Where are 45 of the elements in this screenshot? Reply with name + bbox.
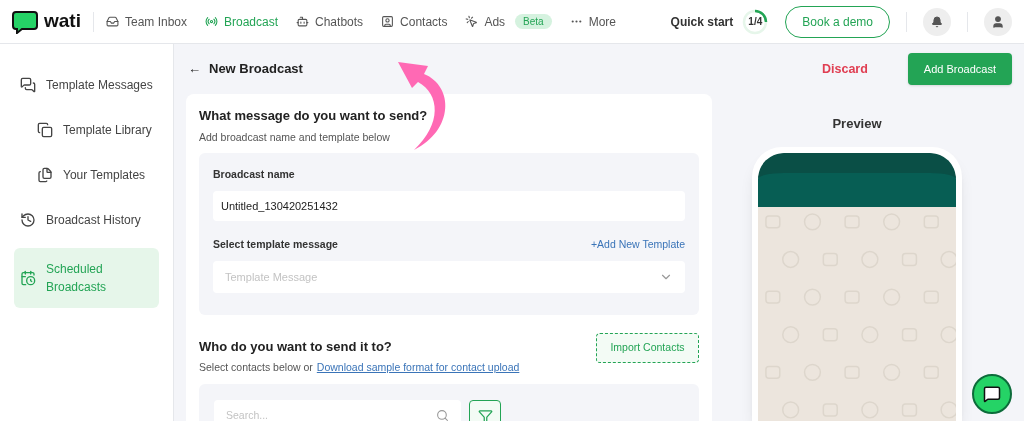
sidebar-item[interactable]: Template Messages xyxy=(14,68,159,102)
copy-icon xyxy=(37,122,53,138)
section-subtitle: Select contacts below or xyxy=(199,360,313,376)
chat-bubble-icon xyxy=(983,385,1001,403)
beta-badge: Beta xyxy=(515,14,552,29)
files-icon xyxy=(37,167,53,183)
nav-tab[interactable]: Chatbots xyxy=(296,12,364,31)
preview-title: Preview xyxy=(832,115,882,133)
calendar-icon xyxy=(20,270,36,286)
section-subtitle: Add broadcast name and template below xyxy=(199,129,391,145)
page-title: New Broadcast xyxy=(209,60,303,79)
robot-icon xyxy=(296,15,310,28)
sidebar-item[interactable]: Broadcast History xyxy=(14,203,159,237)
field-label: Broadcast name xyxy=(213,167,296,183)
nav-tab[interactable]: Team Inbox xyxy=(105,12,187,31)
logo-text: wati xyxy=(44,9,81,34)
cursor-click-icon xyxy=(465,15,479,28)
chat-bubbles-icon xyxy=(20,77,36,93)
back-button[interactable]: ← xyxy=(188,59,201,79)
nav-tab[interactable]: Contacts xyxy=(381,12,448,31)
broadcast-name-field[interactable]: Untitled_130420251432 xyxy=(213,191,685,221)
profile-button[interactable] xyxy=(984,7,1012,36)
filter-icon xyxy=(477,408,493,421)
bell-icon xyxy=(931,15,943,28)
field-label: Select template message xyxy=(213,237,338,252)
progress-count: 1/4 xyxy=(748,16,763,27)
quick-start-label: Quick start xyxy=(670,13,734,31)
logo-icon xyxy=(12,9,38,34)
sidebar-item[interactable]: Template Library xyxy=(14,113,159,147)
download-link[interactable]: Download sample format for contact upload xyxy=(316,360,520,376)
user-icon xyxy=(991,14,1005,29)
inbox-icon xyxy=(105,15,119,28)
section-title: What message do you want to send? xyxy=(199,107,429,125)
nav-tab[interactable]: Ads Beta xyxy=(465,12,552,31)
discard-button[interactable]: Discard xyxy=(822,59,868,79)
contact-card-icon xyxy=(381,15,395,28)
nav-tab[interactable]: More xyxy=(569,12,617,31)
sidebar-item[interactable]: Your Templates xyxy=(14,158,159,192)
search-icon xyxy=(436,409,449,421)
section-title: Who do you want to send it to? xyxy=(199,337,393,356)
history-icon xyxy=(20,212,36,228)
broadcast-icon xyxy=(205,15,218,28)
notifications-button[interactable] xyxy=(923,7,951,36)
chat-button[interactable] xyxy=(972,374,1012,414)
add-template-link[interactable]: +Add New Template xyxy=(590,237,685,253)
